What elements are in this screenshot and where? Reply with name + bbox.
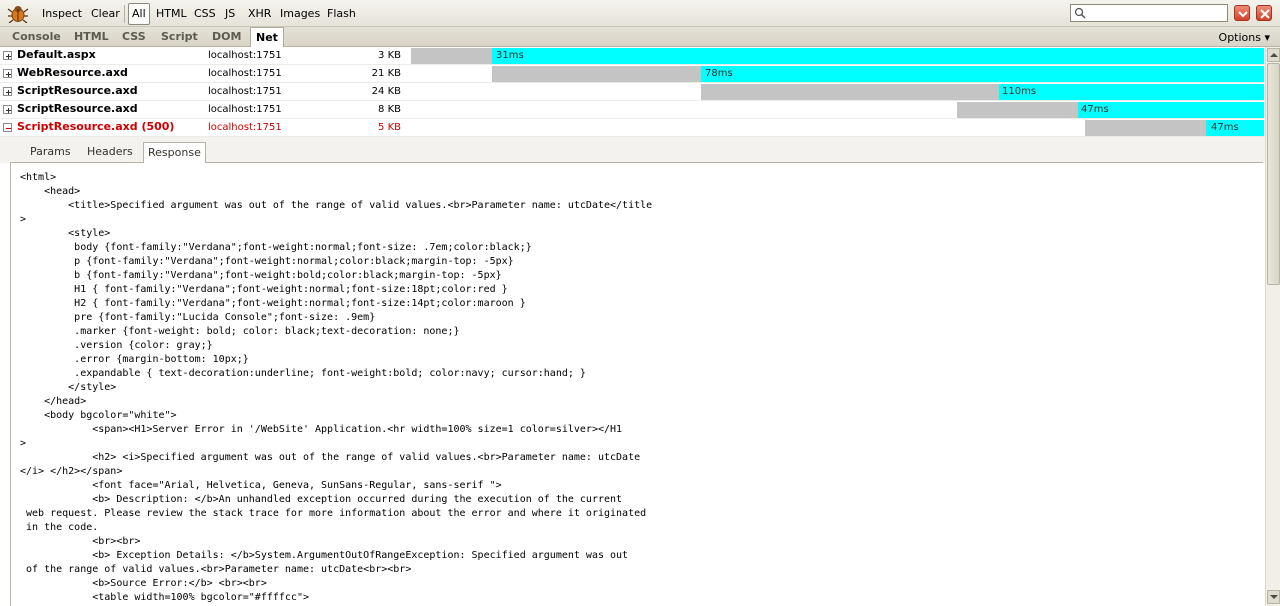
minimize-button[interactable] (1234, 5, 1250, 21)
timeline-wait-bar (701, 84, 999, 100)
tab-params[interactable]: Params (26, 142, 75, 163)
tab-css[interactable]: CSS (117, 27, 151, 47)
request-row[interactable]: ScriptResource.axd (500) localhost:1751 … (0, 119, 1265, 137)
request-size: 8 KB (378, 104, 401, 115)
filter-flash[interactable]: Flash (325, 6, 358, 22)
response-body: <html> <head> <title>Specified argument … (10, 163, 1263, 606)
firebug-toolbar: Inspect Clear All HTML CSS JS XHR Images… (0, 0, 1280, 27)
request-time: 47ms (1081, 104, 1109, 115)
search-input[interactable] (1070, 4, 1228, 22)
clear-button[interactable]: Clear (89, 6, 122, 22)
request-name: ScriptResource.axd (17, 102, 138, 115)
vertical-scrollbar[interactable] (1265, 47, 1280, 606)
request-row[interactable]: ScriptResource.axd localhost:1751 8 KB 4… (0, 101, 1265, 119)
request-size: 24 KB (371, 86, 401, 97)
toolbar-separator (124, 5, 125, 23)
tab-html[interactable]: HTML (69, 27, 114, 47)
request-name: WebResource.axd (17, 66, 128, 79)
scrollbar-thumb[interactable] (1267, 63, 1280, 285)
timeline-wait-bar (957, 102, 1078, 118)
request-time: 31ms (496, 50, 524, 61)
search-icon (1074, 7, 1086, 19)
tab-headers[interactable]: Headers (83, 142, 137, 163)
timeline-load-bar (492, 48, 1264, 64)
timeline-load-bar (701, 66, 1264, 82)
panel-tabs: Console HTML CSS Script DOM Net Options … (0, 27, 1280, 47)
timeline-wait-bar (492, 66, 701, 82)
tab-console[interactable]: Console (7, 27, 66, 47)
request-host: localhost:1751 (208, 122, 282, 133)
filter-js[interactable]: JS (223, 6, 237, 22)
request-name: ScriptResource.axd (500) (17, 120, 175, 133)
expand-icon[interactable] (3, 69, 12, 78)
request-size: 21 KB (371, 68, 401, 79)
expand-icon[interactable] (3, 51, 12, 60)
request-host: localhost:1751 (208, 86, 282, 97)
request-host: localhost:1751 (208, 68, 282, 79)
timeline-wait-bar (1085, 120, 1206, 136)
filter-images[interactable]: Images (278, 6, 322, 22)
request-host: localhost:1751 (208, 104, 282, 115)
expand-icon[interactable] (3, 87, 12, 96)
inspect-button[interactable]: Inspect (40, 6, 84, 22)
request-time: 47ms (1211, 122, 1239, 133)
filter-all[interactable]: All (128, 3, 150, 25)
request-row[interactable]: Default.aspx localhost:1751 3 KB 31ms (0, 47, 1265, 65)
tab-response[interactable]: Response (143, 142, 206, 164)
detail-tabs: Params Headers Response (10, 142, 1263, 164)
filter-html[interactable]: HTML (154, 6, 189, 22)
timeline-load-bar (999, 84, 1264, 100)
response-source: <html> <head> <title>Specified argument … (20, 172, 653, 603)
request-size: 5 KB (378, 122, 401, 133)
request-name: ScriptResource.axd (17, 84, 138, 97)
close-button[interactable] (1256, 5, 1272, 21)
filter-css[interactable]: CSS (192, 6, 218, 22)
tab-net[interactable]: Net (250, 27, 284, 47)
request-row[interactable]: ScriptResource.axd localhost:1751 24 KB … (0, 83, 1265, 101)
collapse-icon[interactable] (3, 123, 12, 132)
request-time: 78ms (705, 68, 733, 79)
expand-icon[interactable] (3, 105, 12, 114)
filter-xhr[interactable]: XHR (246, 6, 273, 22)
scroll-down-arrow-icon[interactable] (1267, 590, 1280, 604)
request-size: 3 KB (378, 50, 401, 61)
request-host: localhost:1751 (208, 50, 282, 61)
tab-script[interactable]: Script (156, 27, 203, 47)
firebug-icon[interactable] (7, 3, 29, 24)
request-time: 110ms (1002, 86, 1037, 97)
request-row[interactable]: WebResource.axd localhost:1751 21 KB 78m… (0, 65, 1265, 83)
request-name: Default.aspx (17, 48, 96, 61)
timeline-wait-bar (411, 48, 492, 64)
options-menu[interactable]: Options ▾ (1219, 31, 1270, 44)
tab-dom[interactable]: DOM (207, 27, 246, 47)
scroll-up-arrow-icon[interactable] (1267, 48, 1280, 62)
